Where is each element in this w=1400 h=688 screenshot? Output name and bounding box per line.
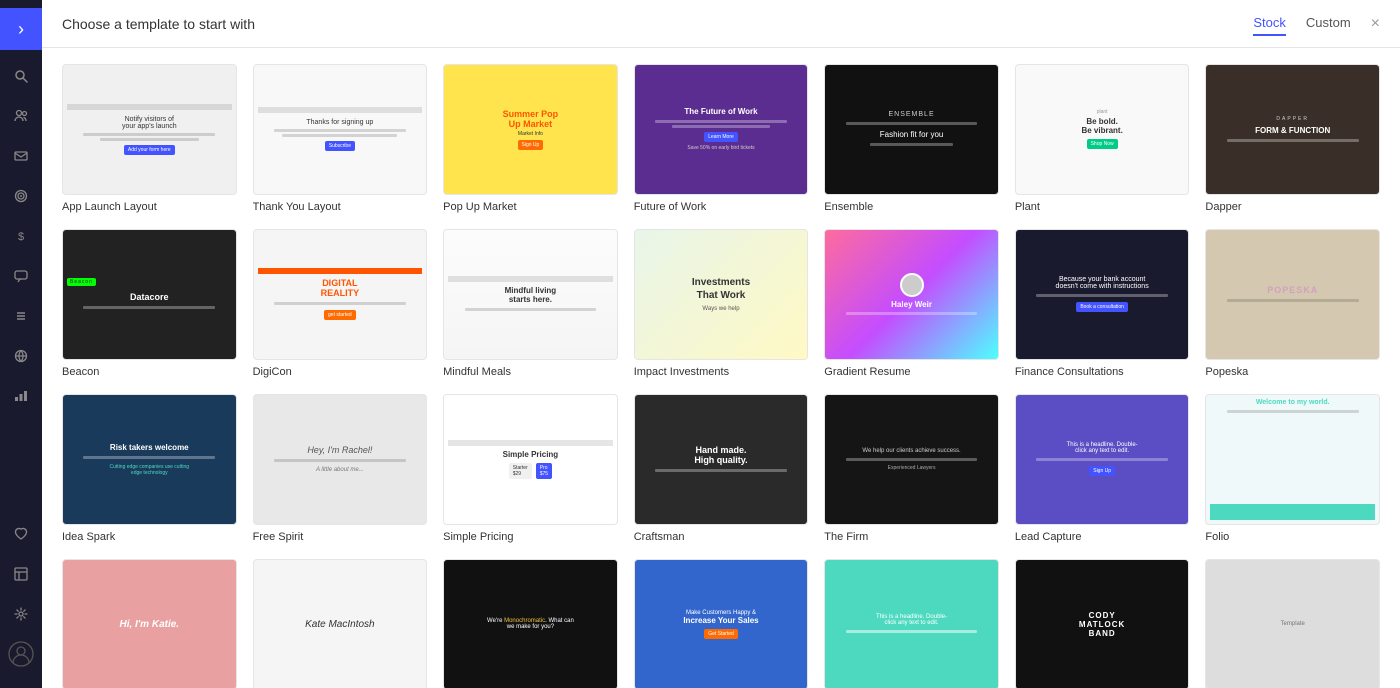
sidebar-icon-profile[interactable] [3,636,39,672]
template-leadcapture[interactable]: This is a headline. Double-click any tex… [1015,394,1190,543]
sidebar-icon-globe[interactable] [3,338,39,374]
tab-custom[interactable]: Custom [1306,11,1351,36]
template-simplepricing-name: Simple Pricing [443,531,618,543]
modal-header: Choose a template to start with Stock Cu… [42,0,1400,48]
template-digicon[interactable]: DIGITALREALITY get started DigiCon [253,229,428,378]
sidebar-logo[interactable]: › [0,8,42,50]
main-area: Choose a template to start with Stock Cu… [42,0,1400,688]
template-thankyou-name: Thank You Layout [253,201,428,213]
template-mindful[interactable]: Mindful livingstarts here. Mindful Meals [443,229,618,378]
sidebar-icon-chart[interactable] [3,378,39,414]
template-thankyou[interactable]: Thanks for signing up Subscribe Thank Yo… [253,64,428,213]
template-headline[interactable]: This is a headline. Double-click any tex… [824,559,999,688]
template-firm-name: The Firm [824,531,999,543]
sidebar-icon-pages[interactable] [3,556,39,592]
template-firm[interactable]: We help our clients achieve success. Exp… [824,394,999,543]
template-future-name: Future of Work [634,201,809,213]
template-monochromatic[interactable]: We're Monochromatic. What canwe make for… [443,559,618,688]
template-app-launch[interactable]: Notify visitors ofyour app's launch Add … [62,64,237,213]
template-popup[interactable]: Summer PopUp Market Market Info Sign Up … [443,64,618,213]
template-ensemble[interactable]: ENSEMBLE Fashion fit for you Ensemble [824,64,999,213]
template-last[interactable]: Template [1205,559,1380,688]
sidebar-icon-email[interactable] [3,138,39,174]
template-freespirit-name: Free Spirit [253,531,428,543]
template-gradient-name: Gradient Resume [824,366,999,378]
template-craftsman-name: Craftsman [634,531,809,543]
sidebar-icon-users[interactable] [3,98,39,134]
template-plant[interactable]: plant Be bold.Be vibrant. Shop Now Plant [1015,64,1190,213]
template-leadcapture-name: Lead Capture [1015,531,1190,543]
template-craftsman[interactable]: Hand made.High quality. Craftsman [634,394,809,543]
template-future[interactable]: The Future of Work Learn More Save 50% o… [634,64,809,213]
template-folio-name: Folio [1205,531,1380,543]
sidebar-icon-chat[interactable] [3,258,39,294]
template-idea-name: Idea Spark [62,531,237,543]
templates-grid: Notify visitors ofyour app's launch Add … [62,64,1380,688]
template-dapper-name: Dapper [1205,201,1380,213]
template-freespirit[interactable]: Hey, I'm Rachel! A little about me... Fr… [253,394,428,543]
template-folio[interactable]: Welcome to my world. Folio [1205,394,1380,543]
template-katie[interactable]: Hi, I'm Katie. Katie [62,559,237,688]
template-finance[interactable]: Because your bank accountdoesn't come wi… [1015,229,1190,378]
template-app-launch-name: App Launch Layout [62,201,237,213]
templates-grid-container: Notify visitors ofyour app's launch Add … [42,48,1400,688]
template-simplepricing[interactable]: Simple Pricing Starter$29 Pro$75 Simple … [443,394,618,543]
sidebar-icon-settings[interactable] [3,596,39,632]
template-katemac[interactable]: Kate MacIntosh Kate MacIntosh [253,559,428,688]
svg-text:$: $ [18,231,24,243]
template-popup-name: Pop Up Market [443,201,618,213]
template-tabs: Stock Custom [1253,11,1350,36]
sidebar-icon-list[interactable] [3,298,39,334]
template-popeska-name: Popeska [1205,366,1380,378]
sidebar: › $ [0,0,42,688]
template-cody[interactable]: CODYMATLOCKBAND Cody Matlock Band [1015,559,1190,688]
template-impact-name: Impact Investments [634,366,809,378]
template-dapper[interactable]: DAPPER FORM & FUNCTION Dapper [1205,64,1380,213]
template-popeska[interactable]: POPESKA Popeska [1205,229,1380,378]
modal-title: Choose a template to start with [62,16,1253,32]
template-increase[interactable]: Make Customers Happy & Increase Your Sal… [634,559,809,688]
sidebar-bottom [3,516,39,680]
tab-stock[interactable]: Stock [1253,11,1286,36]
close-button[interactable]: × [1371,16,1380,32]
template-beacon-name: Beacon [62,366,237,378]
sidebar-icon-target[interactable] [3,178,39,214]
template-plant-name: Plant [1015,201,1190,213]
template-idea[interactable]: Risk takers welcome Cutting edge compani… [62,394,237,543]
template-finance-name: Finance Consultations [1015,366,1190,378]
sidebar-icon-heart[interactable] [3,516,39,552]
sidebar-icon-dollar[interactable]: $ [3,218,39,254]
template-digicon-name: DigiCon [253,366,428,378]
template-beacon[interactable]: Beacon Datacore Beacon [62,229,237,378]
template-impact[interactable]: InvestmentsThat Work Ways we help Impact… [634,229,809,378]
template-gradient[interactable]: Haley Weir Gradient Resume [824,229,999,378]
sidebar-icon-search[interactable] [3,58,39,94]
template-mindful-name: Mindful Meals [443,366,618,378]
template-ensemble-name: Ensemble [824,201,999,213]
